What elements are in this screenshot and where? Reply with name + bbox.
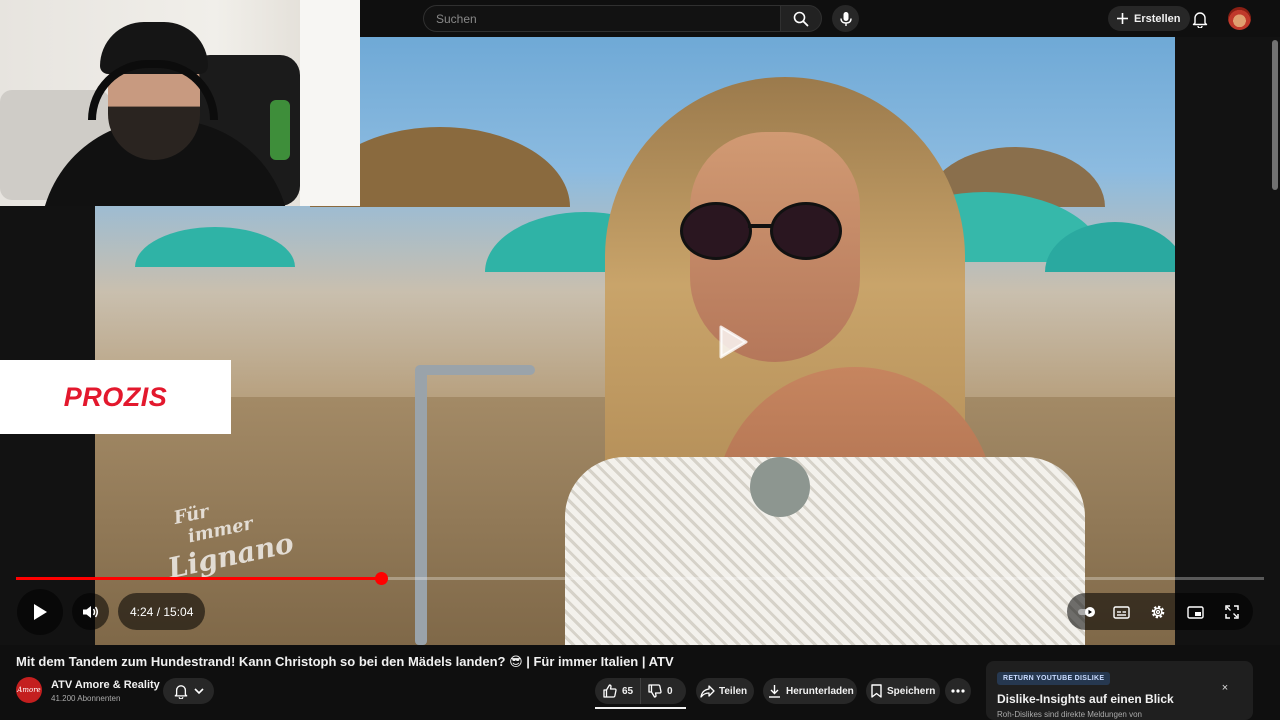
bookmark-icon xyxy=(871,684,882,698)
progress-played xyxy=(16,577,382,580)
channel-avatar-text: Amore xyxy=(17,686,41,694)
return-dislike-card: RETURN YOUTUBE DISLIKE Dislike-Insights … xyxy=(986,661,1253,720)
subtitles-button[interactable] xyxy=(1111,602,1131,622)
download-icon xyxy=(769,685,780,698)
voice-search-button[interactable] xyxy=(832,5,859,32)
fullscreen-icon xyxy=(1225,605,1239,619)
create-label: Erstellen xyxy=(1134,12,1181,25)
download-button[interactable]: Herunterladen xyxy=(763,678,857,704)
thumbs-down-icon xyxy=(648,684,662,698)
like-count: 65 xyxy=(622,685,634,697)
like-button[interactable]: 65 xyxy=(595,678,641,704)
thumbs-up-icon xyxy=(603,684,617,698)
webcam-overlay xyxy=(0,0,360,206)
subtitles-icon xyxy=(1112,605,1130,619)
microphone-icon xyxy=(839,11,852,26)
like-dislike-group: 65 0 xyxy=(595,678,686,704)
video-subject xyxy=(525,77,1085,645)
autoplay-icon xyxy=(1078,607,1095,617)
more-horizontal-icon xyxy=(951,689,965,693)
channel-name[interactable]: ATV Amore & Reality xyxy=(51,679,160,691)
volume-button[interactable] xyxy=(72,593,109,630)
bell-icon xyxy=(174,684,187,699)
play-overlay-icon xyxy=(719,325,748,359)
sponsor-logo: PROZIS xyxy=(63,381,168,412)
save-label: Speichern xyxy=(887,685,936,697)
video-title: Mit dem Tandem zum Hundestrand! Kann Chr… xyxy=(16,654,674,669)
notifications-button[interactable] xyxy=(1188,7,1212,31)
share-button[interactable]: Teilen xyxy=(696,678,754,704)
play-icon xyxy=(34,604,47,620)
return-dislike-title: Dislike-Insights auf einen Blick xyxy=(997,692,1174,706)
search-button[interactable] xyxy=(780,5,822,32)
share-label: Teilen xyxy=(719,685,748,697)
download-label: Herunterladen xyxy=(786,685,854,697)
close-button[interactable]: × xyxy=(1218,681,1232,695)
dislike-button[interactable]: 0 xyxy=(641,678,673,704)
more-actions-button[interactable] xyxy=(945,678,971,704)
channel-avatar[interactable]: Amore xyxy=(16,677,42,703)
subscription-bell-button[interactable] xyxy=(163,678,214,704)
return-dislike-text: Roh-Dislikes sind direkte Meldungen von xyxy=(997,710,1142,719)
return-dislike-badge: RETURN YOUTUBE DISLIKE xyxy=(997,672,1111,685)
fullscreen-button[interactable] xyxy=(1222,602,1242,622)
close-icon: × xyxy=(1221,682,1229,694)
dislike-count: 0 xyxy=(667,685,673,697)
scrubber-handle[interactable] xyxy=(375,572,389,585)
gear-icon xyxy=(1151,605,1165,619)
create-button[interactable]: Erstellen xyxy=(1108,6,1191,31)
play-button[interactable] xyxy=(17,589,63,635)
subscriber-count: 41.200 Abonnenten xyxy=(51,694,121,703)
volume-icon xyxy=(83,605,98,618)
miniplayer-button[interactable] xyxy=(1185,602,1205,622)
search-input[interactable] xyxy=(423,5,780,32)
share-icon xyxy=(700,684,715,698)
user-avatar[interactable] xyxy=(1228,7,1251,30)
page-scrollbar[interactable] xyxy=(1272,40,1278,190)
search-bar xyxy=(423,5,822,32)
bell-icon xyxy=(1192,11,1208,28)
player-right-controls xyxy=(1067,593,1253,630)
autoplay-toggle[interactable] xyxy=(1077,602,1097,622)
time-display: 4:24 / 15:04 xyxy=(118,593,206,630)
search-icon xyxy=(793,11,809,26)
progress-bar[interactable] xyxy=(16,572,1264,585)
like-ratio-bar xyxy=(595,707,686,709)
chevron-down-icon xyxy=(193,687,204,694)
plus-icon xyxy=(1117,13,1128,24)
save-button[interactable]: Speichern xyxy=(866,678,940,704)
sunglasses xyxy=(680,202,880,262)
miniplayer-icon xyxy=(1186,605,1204,619)
settings-button[interactable] xyxy=(1148,602,1168,622)
sponsor-banner: PROZIS xyxy=(0,360,231,434)
time-text: 4:24 / 15:04 xyxy=(130,604,194,619)
